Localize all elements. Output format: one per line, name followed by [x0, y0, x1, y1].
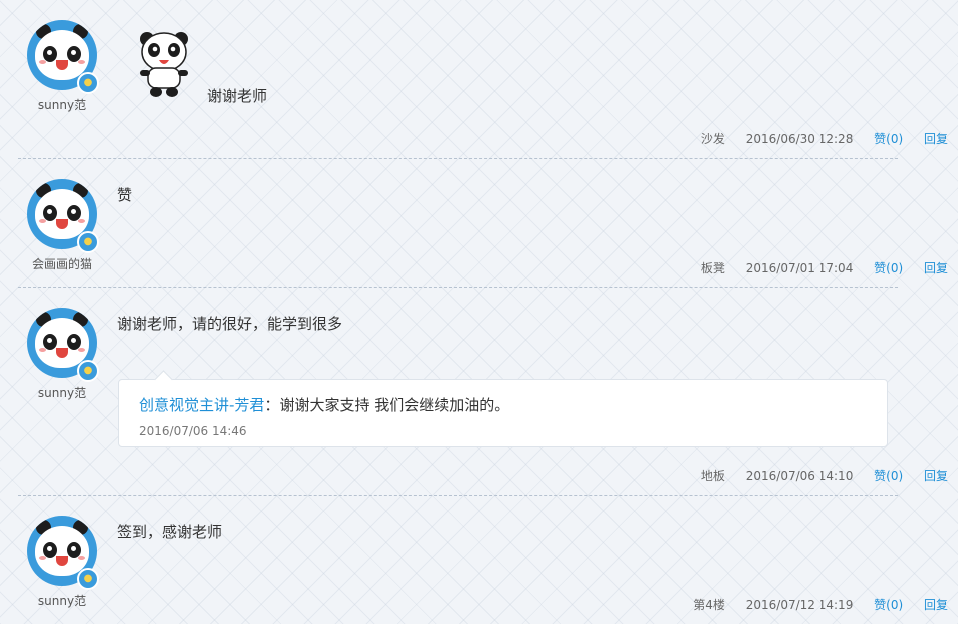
reply-separator: ：	[264, 396, 280, 414]
comment-text: 谢谢老师，请的很好，能学到很多	[117, 315, 343, 333]
comment-username[interactable]: sunny范	[12, 592, 112, 609]
comment-text: 赞	[117, 186, 133, 204]
author-reply-line: 创意视觉主讲-芳君：谢谢大家支持 我们会继续加油的。	[139, 394, 509, 415]
comment-meta: 沙发 2016/06/30 12:28 赞(0) 回复	[684, 130, 948, 147]
comment-text: 签到，感谢老师	[117, 523, 223, 541]
comment-divider	[18, 495, 898, 496]
reply-text: 谢谢大家支持 我们会继续加油的。	[279, 396, 510, 414]
like-button[interactable]: 赞(0)	[874, 261, 903, 275]
comment-username[interactable]: sunny范	[12, 96, 112, 113]
reply-button[interactable]: 回复	[924, 132, 948, 146]
comment-divider	[18, 158, 898, 159]
panda-sticker-icon	[140, 32, 188, 97]
reply-button[interactable]: 回复	[924, 469, 948, 483]
user-avatar[interactable]: ●	[27, 308, 99, 382]
vip-tshirt-badge-icon: ●	[77, 568, 99, 590]
floor-label: 地板	[700, 469, 725, 483]
user-avatar[interactable]: ●	[27, 20, 99, 94]
reply-button[interactable]: 回复	[924, 261, 948, 275]
comment-meta: 板凳 2016/07/01 17:04 赞(0) 回复	[684, 259, 948, 276]
author-reply-box: 创意视觉主讲-芳君：谢谢大家支持 我们会继续加油的。 2016/07/06 14…	[118, 379, 888, 447]
comment-username[interactable]: 会画画的猫	[12, 255, 112, 272]
vip-tshirt-badge-icon: ●	[77, 360, 99, 382]
reply-author-link[interactable]: 创意视觉主讲-芳君	[139, 396, 264, 414]
comment-time: 2016/06/30 12:28	[745, 132, 854, 146]
comment-meta: 地板 2016/07/06 14:10 赞(0) 回复	[684, 467, 948, 484]
comment-meta: 第4楼 2016/07/12 14:19 赞(0) 回复	[676, 596, 948, 613]
comment-time: 2016/07/01 17:04	[745, 261, 854, 275]
comment-time: 2016/07/06 14:10	[745, 469, 854, 483]
comment-username[interactable]: sunny范	[12, 384, 112, 401]
like-button[interactable]: 赞(0)	[874, 598, 903, 612]
vip-tshirt-badge-icon: ●	[77, 72, 99, 94]
vip-tshirt-badge-icon: ●	[77, 231, 99, 253]
reply-time: 2016/07/06 14:46	[139, 424, 247, 438]
reply-button[interactable]: 回复	[924, 598, 948, 612]
comment-time: 2016/07/12 14:19	[745, 598, 854, 612]
comment-divider	[18, 287, 898, 288]
like-button[interactable]: 赞(0)	[874, 132, 903, 146]
user-avatar[interactable]: ●	[27, 179, 99, 253]
user-avatar[interactable]: ●	[27, 516, 99, 590]
floor-label: 第4楼	[693, 598, 725, 612]
comment-text: 谢谢老师	[207, 87, 268, 105]
floor-label: 沙发	[700, 132, 725, 146]
like-button[interactable]: 赞(0)	[874, 469, 903, 483]
floor-label: 板凳	[700, 261, 725, 275]
